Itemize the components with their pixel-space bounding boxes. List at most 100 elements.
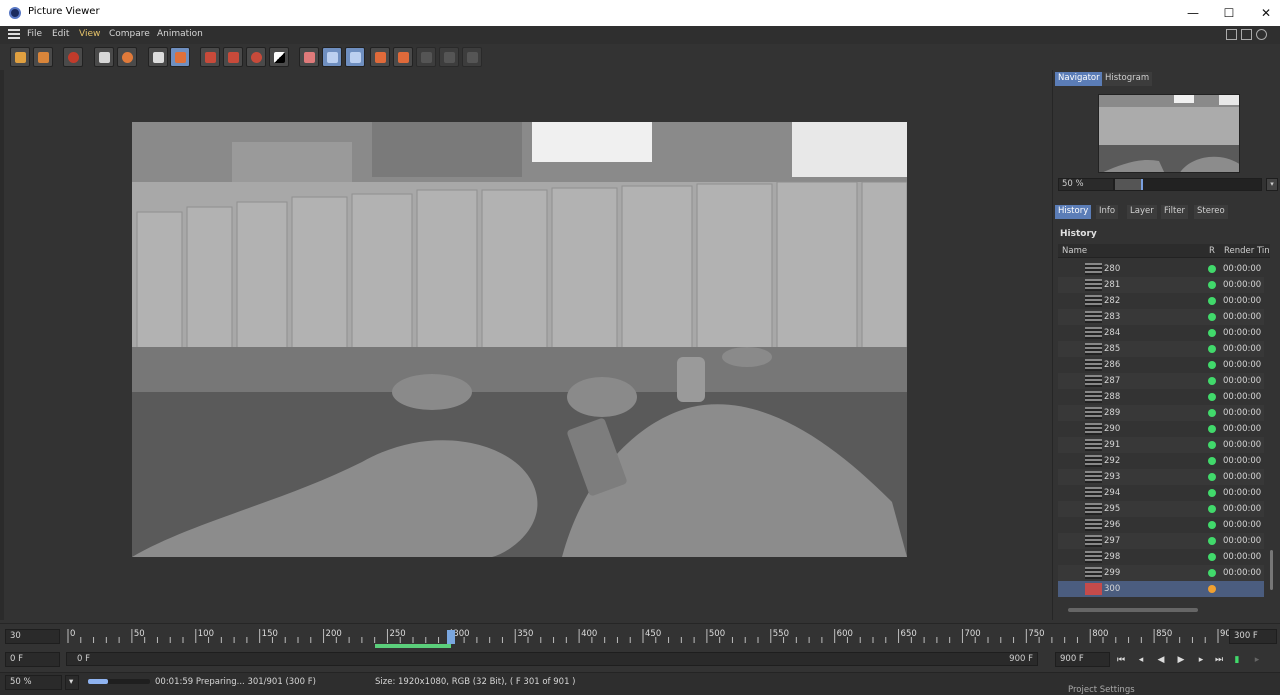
status-dot-icon [1208,425,1216,433]
column-render-time[interactable]: Render Tin [1224,246,1270,256]
disabled-control-icon: ▸ [1254,655,1260,665]
menu-file[interactable]: File [27,29,42,39]
history-row[interactable]: 295 00:00:00 [1058,501,1264,517]
column-name[interactable]: Name [1062,246,1087,256]
menu-view[interactable]: View [79,29,100,39]
render-user-icon[interactable] [117,47,137,67]
diff-icon[interactable] [439,47,459,67]
panel-layout-icon[interactable] [1226,29,1237,40]
timeline-ruler[interactable]: 0 50 100 150 200 250 300 350 400 450 500 550 600 650 7… [66,627,1236,648]
history-row[interactable]: 285 00:00:00 [1058,341,1264,357]
fps-field[interactable]: 30 [5,629,60,644]
stop-render-icon[interactable] [63,47,83,67]
new-window-icon[interactable] [1241,29,1252,40]
menu-animation[interactable]: Animation [157,29,203,39]
status-zoom-field[interactable]: 50 % [5,675,62,690]
menu-compare[interactable]: Compare [109,29,150,39]
zoom-dropdown-icon[interactable]: ▾ [1266,178,1278,191]
open-icon[interactable] [10,47,30,67]
navigator-zoom-field[interactable]: 50 % [1058,178,1114,191]
history-row[interactable]: 293 00:00:00 [1058,469,1264,485]
status-zoom-dropdown-icon[interactable]: ▾ [65,675,79,690]
zoom-slider-handle[interactable] [1141,179,1144,190]
history-row[interactable]: 296 00:00:00 [1058,517,1264,533]
step-back-icon[interactable]: ◂ [1134,654,1148,666]
history-row[interactable]: 291 00:00:00 [1058,437,1264,453]
save-icon[interactable] [33,47,53,67]
copy-icon[interactable] [148,47,168,67]
column-r[interactable]: R [1209,246,1215,256]
navigator-thumbnail[interactable] [1098,94,1240,173]
tab-stereo[interactable]: Stereo [1194,205,1228,219]
tab-info[interactable]: Info [1096,205,1119,219]
more-icon[interactable] [1270,29,1278,40]
history-row[interactable]: 286 00:00:00 [1058,357,1264,373]
channel-alpha-icon[interactable] [223,47,243,67]
history-row[interactable]: 288 00:00:00 [1058,389,1264,405]
step-forward-icon[interactable]: ▸ [1194,654,1208,666]
image-viewport[interactable] [4,70,1048,620]
frame-name: 300 [1104,584,1121,594]
frame-name: 282 [1104,296,1121,306]
swap-icon[interactable] [416,47,436,67]
go-to-start-icon[interactable]: ⏮ [1114,654,1128,666]
start-frame-field[interactable]: 0 F [5,652,60,667]
render-region-icon[interactable] [94,47,114,67]
render-time: 00:00:00 [1223,440,1262,450]
max-frame-field[interactable]: 300 F [1229,629,1277,644]
set-b-icon[interactable] [393,47,413,67]
history-row[interactable]: 284 00:00:00 [1058,325,1264,341]
frame-thumbnail [1085,375,1102,387]
history-row[interactable]: 281 00:00:00 [1058,277,1264,293]
tab-filter[interactable]: Filter [1161,205,1189,219]
channel-icon[interactable] [200,47,220,67]
history-row[interactable]: 289 00:00:00 [1058,405,1264,421]
history-row[interactable]: 290 00:00:00 [1058,421,1264,437]
navigator-zoom-slider[interactable] [1114,178,1262,191]
end-frame-field[interactable]: 900 F [1055,652,1110,667]
tab-history[interactable]: History [1055,205,1092,219]
render-time: 00:00:00 [1223,328,1262,338]
play-icon[interactable]: ▶ [1174,654,1188,666]
frame-thumbnail [1085,311,1102,323]
channel-mask-icon[interactable] [246,47,266,67]
tab-navigator[interactable]: Navigator [1055,72,1103,86]
go-to-end-icon[interactable]: ⏭ [1212,654,1226,666]
history-vertical-scrollbar[interactable] [1270,550,1273,590]
history-row[interactable]: 298 00:00:00 [1058,549,1264,565]
history-row[interactable]: 299 00:00:00 [1058,565,1264,581]
split-horizontal-icon[interactable] [345,47,365,67]
overlay-icon[interactable] [462,47,482,67]
play-backward-icon[interactable]: ◀ [1154,654,1168,666]
track-end-label: 900 F [1009,654,1033,664]
contrast-icon[interactable] [269,47,289,67]
ab-compare-icon[interactable] [299,47,319,67]
hamburger-menu-icon[interactable] [8,29,20,39]
history-row[interactable]: 297 00:00:00 [1058,533,1264,549]
split-icon[interactable] [322,47,342,67]
history-row[interactable]: 294 00:00:00 [1058,485,1264,501]
tab-histogram[interactable]: Histogram [1102,72,1153,86]
move-icon[interactable] [1256,29,1267,40]
menu-edit[interactable]: Edit [52,29,69,39]
history-row[interactable]: 280 00:00:00 [1058,261,1264,277]
frame-thumbnail [1085,343,1102,355]
tab-layer[interactable]: Layer [1127,205,1157,219]
tick-label: 850 [1156,629,1173,639]
history-row[interactable]: 300 [1058,581,1264,597]
history-row[interactable]: 287 00:00:00 [1058,373,1264,389]
frame-thumbnail [1085,535,1102,547]
playhead[interactable] [447,630,456,644]
history-row[interactable]: 282 00:00:00 [1058,293,1264,309]
render-range-bar[interactable] [374,644,452,648]
paste-icon[interactable] [170,47,190,67]
history-horizontal-scrollbar[interactable] [1068,608,1198,612]
loop-icon[interactable]: ▮ [1230,654,1244,666]
frame-name: 296 [1104,520,1121,530]
history-row[interactable]: 292 00:00:00 [1058,453,1264,469]
history-row[interactable]: 283 00:00:00 [1058,309,1264,325]
set-a-icon[interactable] [370,47,390,67]
close-button[interactable]: ✕ [1243,3,1280,23]
frame-track[interactable]: 0 F 900 F [66,652,1038,666]
status-dot-icon [1208,377,1216,385]
